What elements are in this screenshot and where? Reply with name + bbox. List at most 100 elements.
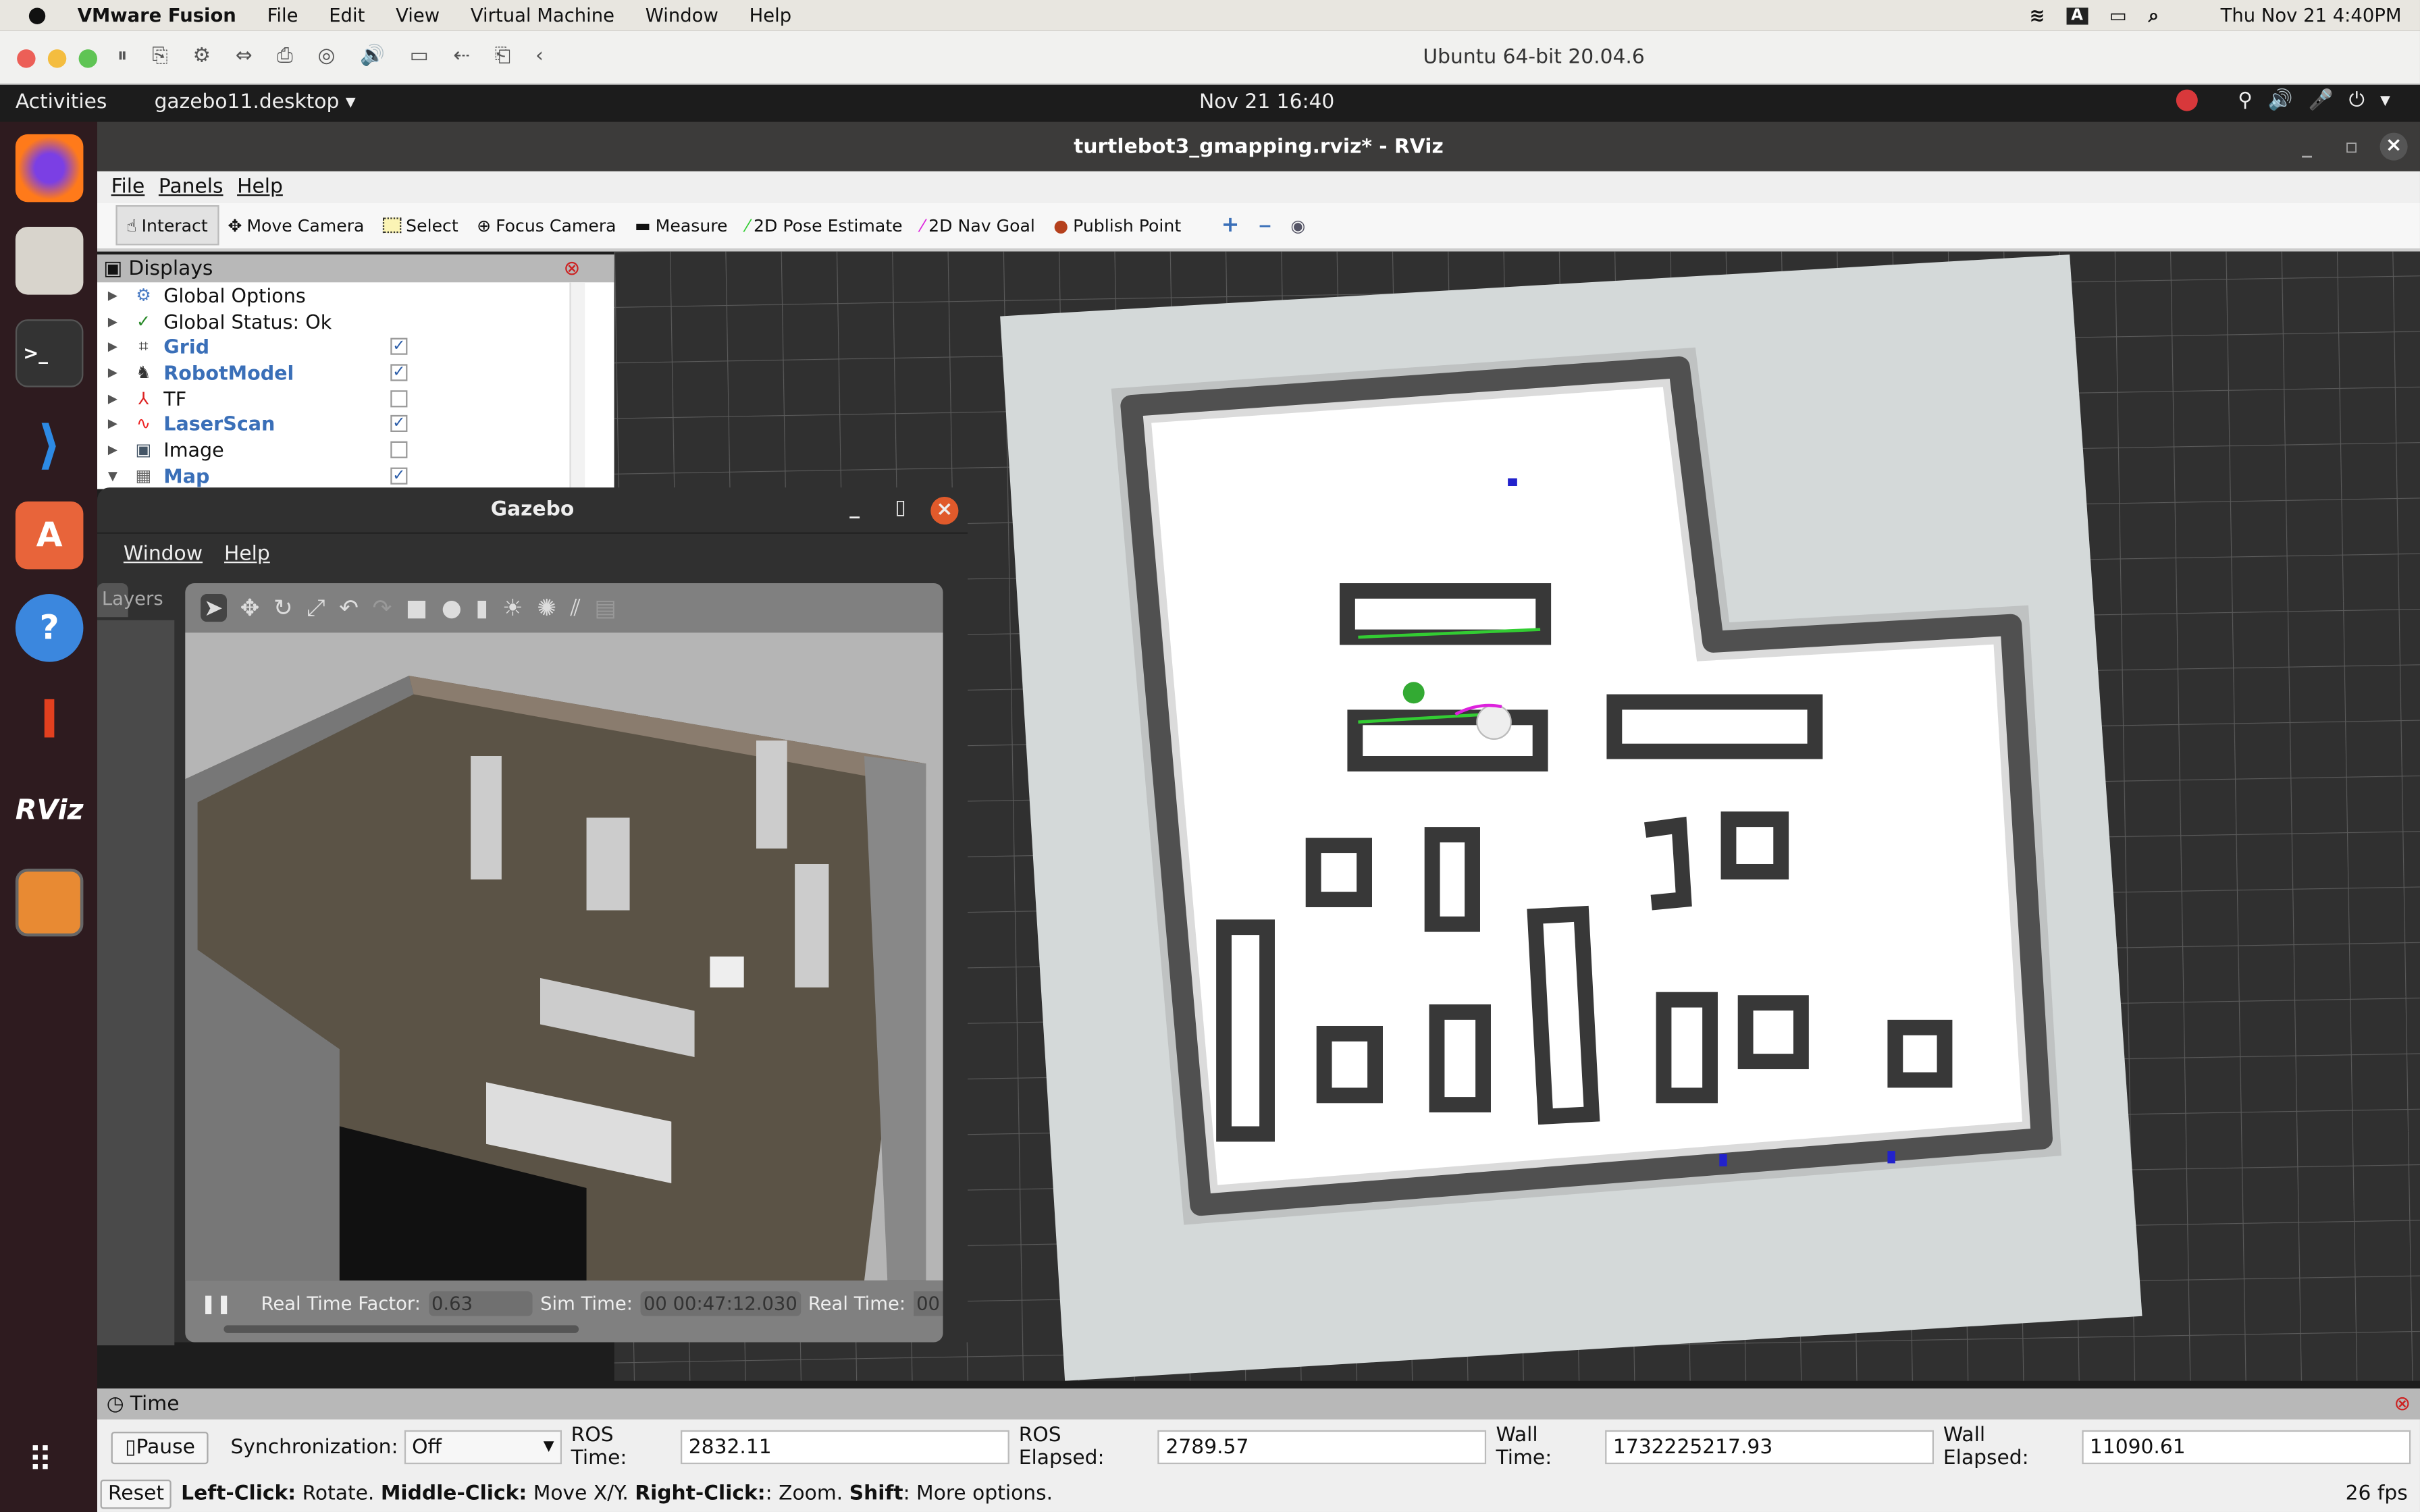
wall-elapsed-field[interactable]: 11090.61 <box>2082 1430 2411 1465</box>
directional-light-icon[interactable]: ⫽ <box>571 594 581 622</box>
expand-right-icon[interactable]: ▶ <box>97 417 128 431</box>
ubuntu-clock[interactable]: Nov 21 16:40 <box>1199 91 1334 114</box>
tool-publish-point[interactable]: ● Publish Point <box>1045 205 1190 245</box>
search-icon[interactable]: ⌕ <box>2149 4 2159 27</box>
tab-layers[interactable]: Layers <box>97 583 163 618</box>
wall-time-field[interactable]: 1732225217.93 <box>1605 1430 1935 1465</box>
app-center-icon[interactable]: A <box>15 501 84 570</box>
firefox-icon[interactable] <box>15 134 84 202</box>
expand-right-icon[interactable]: ▶ <box>97 340 128 354</box>
expand-right-icon[interactable]: ▶ <box>97 392 128 406</box>
files-icon[interactable] <box>15 226 84 295</box>
display-item-global-options[interactable]: ▶ ⚙ Global Options <box>97 282 614 308</box>
activities-button[interactable]: Activities <box>16 91 107 114</box>
eye-icon[interactable]: ◉ <box>1282 205 1315 245</box>
close-window-button[interactable] <box>17 49 36 68</box>
point-light-icon[interactable]: ☀ <box>502 594 523 622</box>
show-apps-icon[interactable]: ⠿ <box>28 1442 53 1481</box>
help-icon[interactable]: ? <box>15 593 84 662</box>
display-checkbox[interactable] <box>390 441 408 458</box>
display-checkbox[interactable]: ✓ <box>390 338 408 356</box>
display-item-laserscan[interactable]: ▶ ∿ LaserScan ✓ <box>97 411 614 437</box>
menu-window[interactable]: Window <box>124 542 203 565</box>
display-checkbox[interactable] <box>390 389 408 407</box>
reset-button[interactable]: Reset <box>100 1478 172 1509</box>
apple-icon[interactable]: ● <box>28 3 47 28</box>
rotate-icon[interactable]: ↻ <box>273 594 293 622</box>
terminal-icon[interactable]: >_ <box>15 319 84 387</box>
mac-menu-virtual-machine[interactable]: Virtual Machine <box>471 5 614 26</box>
spot-light-icon[interactable]: ✺ <box>537 594 556 622</box>
box-icon[interactable]: ■ <box>406 594 427 622</box>
displays-scrollbar[interactable] <box>569 282 585 489</box>
battery-icon[interactable]: ▭ <box>2109 5 2127 26</box>
translate-icon[interactable]: ✥ <box>240 594 260 622</box>
vmware-tool-icons[interactable]: ⏸⎘⚙⇔⎙◎🔊▭⇠⎗‹ <box>117 45 569 68</box>
tool-measure[interactable]: ▬ Measure <box>625 205 737 245</box>
undo-icon[interactable]: ↶ <box>339 594 359 622</box>
mac-menu-view[interactable]: View <box>396 5 440 26</box>
sync-dropdown[interactable]: Off ▼ <box>404 1430 562 1465</box>
display-item-map[interactable]: ▼ ▦ Map ✓ <box>97 462 614 488</box>
scale-icon[interactable]: ⤢ <box>307 594 325 622</box>
copy-icon[interactable]: ▤ <box>594 594 616 622</box>
expand-right-icon[interactable]: ▶ <box>97 365 128 379</box>
sphere-icon[interactable]: ● <box>442 594 462 622</box>
display-item-grid[interactable]: ▶ ⌗ Grid ✓ <box>97 334 614 360</box>
restore-button[interactable]: ▫ <box>2344 135 2358 158</box>
menu-file[interactable]: File <box>111 175 145 198</box>
redo-icon[interactable]: ↷ <box>373 594 392 622</box>
pause-button[interactable]: ❚❚ <box>201 1293 232 1314</box>
tool-move-camera[interactable]: ✥ Move Camera <box>219 205 373 245</box>
select-arrow-icon[interactable]: ➤ <box>201 593 227 622</box>
tool-2d-nav-goal[interactable]: ⁄ 2D Nav Goal <box>912 205 1044 245</box>
mac-app-name[interactable]: VMware Fusion <box>78 5 236 26</box>
ros-time-field[interactable]: 2832.11 <box>681 1430 1010 1465</box>
mac-clock[interactable]: Thu Nov 21 4:40PM <box>2221 5 2402 26</box>
display-item-robotmodel[interactable]: ▶ ♞ RobotModel ✓ <box>97 360 614 385</box>
app-menu[interactable]: gazebo11.desktop ▾ <box>155 91 356 114</box>
remove-tool-button[interactable]: − <box>1248 205 1281 245</box>
gmapping-tool-icon[interactable]: I <box>16 686 84 755</box>
display-checkbox[interactable]: ✓ <box>390 415 408 433</box>
maximize-button[interactable]: ▯ <box>895 497 905 520</box>
mac-menu-edit[interactable]: Edit <box>329 5 365 26</box>
gazebo-scrollbar[interactable] <box>223 1325 579 1333</box>
tool-select[interactable]: Select <box>373 205 467 245</box>
close-button[interactable]: × <box>2379 132 2408 161</box>
mac-menu-help[interactable]: Help <box>749 5 792 26</box>
expand-right-icon[interactable]: ▶ <box>97 288 128 302</box>
expand-down-icon[interactable]: ▼ <box>97 468 128 483</box>
tool-focus-camera[interactable]: ⊕ Focus Camera <box>467 205 625 245</box>
gazebo-3d-view[interactable] <box>185 632 943 1281</box>
mac-menu-file[interactable]: File <box>267 5 298 26</box>
pause-button[interactable]: ▯Pause <box>111 1430 209 1463</box>
rviz-icon[interactable]: RViz <box>16 776 84 844</box>
display-item-global-status-ok[interactable]: ▶ ✓ Global Status: Ok <box>97 308 614 333</box>
expand-right-icon[interactable]: ▶ <box>97 314 128 328</box>
menu-panels[interactable]: Panels <box>159 175 223 198</box>
vscode-icon[interactable]: ⟩ <box>16 412 84 480</box>
system-tray-icons[interactable]: ⚲🔊🎤⏻▾ <box>2238 90 2405 113</box>
zoom-window-button[interactable] <box>78 49 97 68</box>
expand-right-icon[interactable]: ▶ <box>97 443 128 457</box>
display-checkbox[interactable]: ✓ <box>390 466 408 484</box>
ros-elapsed-field[interactable]: 2789.57 <box>1158 1430 1487 1465</box>
close-panel-icon[interactable]: ⊗ <box>563 258 580 281</box>
minimize-button[interactable]: _ <box>849 497 860 520</box>
tool-2d-pose-estimate[interactable]: ⁄ 2D Pose Estimate <box>737 205 912 245</box>
minimize-window-button[interactable] <box>47 49 67 68</box>
display-checkbox[interactable]: ✓ <box>390 364 408 381</box>
gazebo-icon[interactable] <box>15 868 84 937</box>
tool-interact[interactable]: ☝ Interact <box>115 205 219 246</box>
mac-menu-window[interactable]: Window <box>646 5 718 26</box>
menu-help[interactable]: Help <box>237 175 283 198</box>
minimize-button[interactable]: _ <box>2302 135 2312 158</box>
menu-help[interactable]: Help <box>224 542 270 565</box>
add-tool-button[interactable]: + <box>1212 205 1248 245</box>
close-panel-icon[interactable]: ⊗ <box>2394 1393 2411 1415</box>
input-source-icon[interactable]: A <box>2066 7 2088 24</box>
display-item-image[interactable]: ▶ ▣ Image <box>97 437 614 462</box>
cylinder-icon[interactable]: ▮ <box>475 594 488 622</box>
do-not-disturb-icon[interactable] <box>2176 89 2198 111</box>
